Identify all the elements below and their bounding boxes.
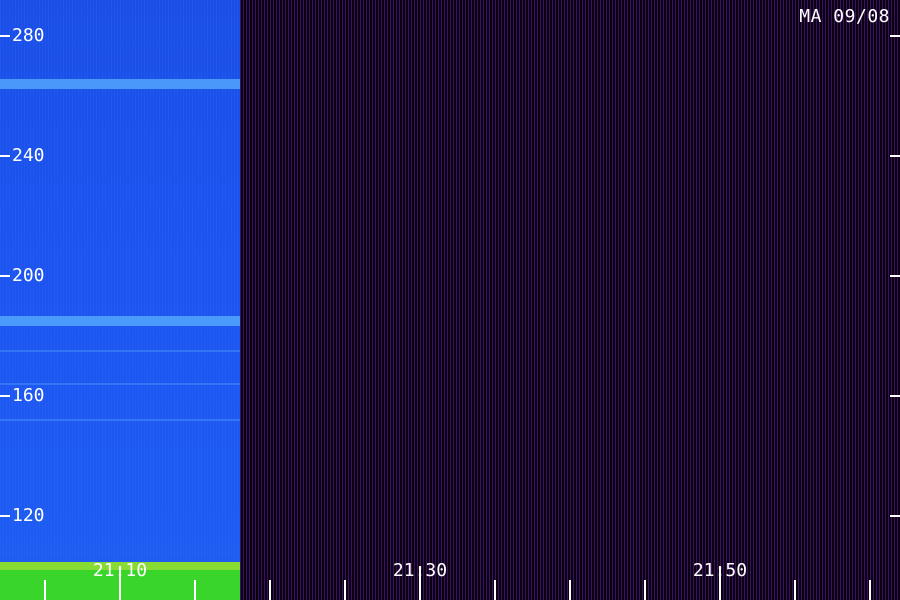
faint-line	[0, 350, 240, 352]
spectrogram-chart	[0, 0, 900, 600]
y-tick-label: 200	[12, 265, 45, 286]
y-tick-label: 160	[12, 385, 45, 406]
y-tick-label: 120	[12, 505, 45, 526]
y-tick-label: 240	[12, 145, 45, 166]
x-tick-label: 21:30	[392, 560, 448, 581]
y-tick-label: 280	[12, 25, 45, 46]
bright-band	[0, 316, 240, 326]
x-tick-label: 21:50	[692, 560, 748, 581]
bright-band	[0, 79, 240, 89]
x-tick-label: 21:10	[92, 560, 148, 581]
faint-line	[0, 419, 240, 421]
station-date-label: MA 09/08	[799, 6, 890, 27]
